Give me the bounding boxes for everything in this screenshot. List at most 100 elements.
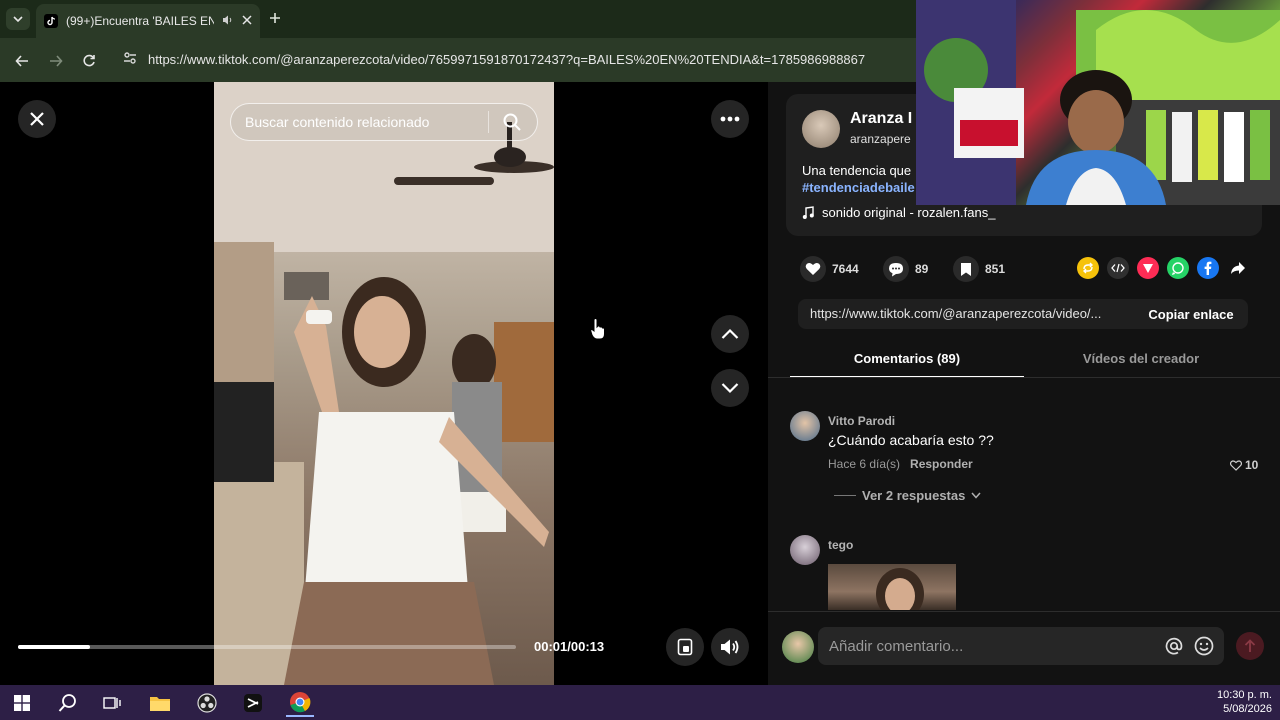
- comment-count: 89: [915, 262, 929, 276]
- hand-cursor-icon: [590, 317, 606, 345]
- heart-outline-icon: [1230, 459, 1242, 471]
- view-replies-label: Ver 2 respuestas: [862, 488, 966, 503]
- bookmark-icon: [953, 256, 979, 282]
- emoji-icon: [1194, 636, 1214, 656]
- tab-close-icon[interactable]: [242, 14, 252, 28]
- comment-image[interactable]: [828, 564, 956, 610]
- back-button[interactable]: [11, 50, 33, 72]
- search-icon: [58, 694, 76, 712]
- whatsapp-icon[interactable]: [1167, 257, 1189, 279]
- save-count: 851: [985, 262, 1006, 276]
- obs-icon: [197, 693, 217, 713]
- author-avatar[interactable]: [802, 110, 840, 148]
- comment-username[interactable]: tego: [828, 538, 853, 552]
- comment-avatar[interactable]: [790, 535, 820, 565]
- task-view-icon: [103, 697, 121, 709]
- music-title: sonido original - rozalen.fans_: [822, 205, 996, 220]
- taskbar-search-button[interactable]: [54, 689, 82, 717]
- new-tab-button[interactable]: [266, 9, 284, 27]
- comment-time: Hace 6 día(s): [828, 457, 901, 471]
- search-button[interactable]: [498, 108, 526, 136]
- chrome-icon: [290, 692, 311, 713]
- tab-title: (99+)Encuentra 'BAILES EN: [66, 14, 214, 28]
- previous-video-button[interactable]: [711, 315, 749, 353]
- like-button[interactable]: 7644: [800, 256, 859, 282]
- related-search-input[interactable]: Buscar contenido relacionado: [230, 103, 538, 141]
- floating-player-button[interactable]: [666, 628, 704, 666]
- reload-button[interactable]: [78, 50, 100, 72]
- send-to-friends-icon[interactable]: [1137, 257, 1159, 279]
- plus-icon: [270, 13, 280, 23]
- comment-button[interactable]: 89: [883, 256, 928, 282]
- arrow-up-icon: [1244, 639, 1256, 652]
- hashtag-link[interactable]: #tendenciadebaile: [802, 180, 915, 195]
- author-name[interactable]: Aranza I: [850, 110, 912, 128]
- embed-icon[interactable]: [1107, 257, 1129, 279]
- tiktok-favicon-icon: [44, 14, 58, 28]
- obs-app-button[interactable]: [193, 689, 221, 717]
- heart-icon: [800, 256, 826, 282]
- forward-button[interactable]: [45, 50, 67, 72]
- next-video-button[interactable]: [711, 369, 749, 407]
- share-arrow-icon[interactable]: [1227, 257, 1249, 279]
- facebook-icon[interactable]: [1197, 257, 1219, 279]
- comment-avatar[interactable]: [790, 411, 820, 441]
- task-view-button[interactable]: [98, 689, 126, 717]
- arrow-left-icon: [15, 55, 28, 67]
- at-icon: [1165, 637, 1183, 655]
- capcut-app-button[interactable]: [239, 689, 267, 717]
- tab-creator-videos[interactable]: Vídeos del creador: [1024, 344, 1258, 378]
- start-button[interactable]: [8, 689, 36, 717]
- emoji-button[interactable]: [1192, 634, 1216, 658]
- comment-text: ¿Cuándo acabaría esto ??: [828, 432, 994, 448]
- chevron-down-icon: [13, 16, 23, 23]
- search-icon: [503, 113, 521, 131]
- system-clock[interactable]: 10:30 p. m. 5/08/2026: [1217, 688, 1272, 716]
- comment-username[interactable]: Vitto Parodi: [828, 414, 895, 428]
- volume-icon: [721, 639, 739, 655]
- author-handle[interactable]: aranzapere: [850, 132, 911, 146]
- video-progress-bar[interactable]: [18, 645, 516, 649]
- capcut-icon: [244, 694, 262, 712]
- comment-like-button[interactable]: 10: [1230, 458, 1258, 472]
- file-explorer-button[interactable]: [146, 689, 174, 717]
- video-description: Una tendencia que: [802, 163, 912, 178]
- windows-logo-icon: [14, 695, 30, 711]
- webcam-overlay: [916, 0, 1280, 205]
- clock-date: 5/08/2026: [1223, 703, 1272, 715]
- video-frame[interactable]: [214, 82, 554, 685]
- volume-button[interactable]: [711, 628, 749, 666]
- view-replies-button[interactable]: Ver 2 respuestas: [834, 488, 981, 503]
- replies-line: [834, 495, 856, 496]
- tab-audio-icon[interactable]: [222, 14, 234, 29]
- tabs-divider: [768, 377, 1280, 378]
- chevron-down-icon: [721, 383, 739, 394]
- browser-tab[interactable]: (99+)Encuentra 'BAILES EN: [36, 4, 260, 38]
- repost-icon[interactable]: [1077, 257, 1099, 279]
- tab-comments[interactable]: Comentarios (89): [790, 344, 1024, 378]
- tab-search-button[interactable]: [6, 8, 30, 30]
- reply-button[interactable]: Responder: [910, 457, 973, 471]
- music-note-icon: [802, 205, 814, 219]
- site-settings-icon[interactable]: [122, 50, 138, 71]
- picture-in-picture-icon: [677, 638, 693, 656]
- arrow-right-icon: [50, 55, 63, 67]
- music-link[interactable]: sonido original - rozalen.fans_: [802, 205, 995, 220]
- webcam-image: [916, 0, 1280, 205]
- like-count: 7644: [832, 262, 859, 276]
- chevron-up-icon: [721, 328, 739, 339]
- send-comment-button[interactable]: [1236, 632, 1264, 660]
- video-content-image: [214, 82, 554, 685]
- mention-button[interactable]: [1162, 634, 1186, 658]
- more-dots-icon: [720, 116, 740, 122]
- url-text[interactable]: https://www.tiktok.com/@aranzaperezcota/…: [148, 52, 865, 67]
- share-link-text[interactable]: https://www.tiktok.com/@aranzaperezcota/…: [810, 306, 1126, 321]
- copy-link-button[interactable]: Copiar enlace: [1134, 299, 1248, 329]
- chrome-app-button[interactable]: [286, 689, 314, 717]
- footer-divider: [768, 611, 1280, 612]
- more-options-button[interactable]: [711, 100, 749, 138]
- video-time: 00:01/00:13: [534, 639, 605, 654]
- save-button[interactable]: 851: [953, 256, 1005, 282]
- current-user-avatar[interactable]: [782, 631, 814, 663]
- close-video-button[interactable]: [18, 100, 56, 138]
